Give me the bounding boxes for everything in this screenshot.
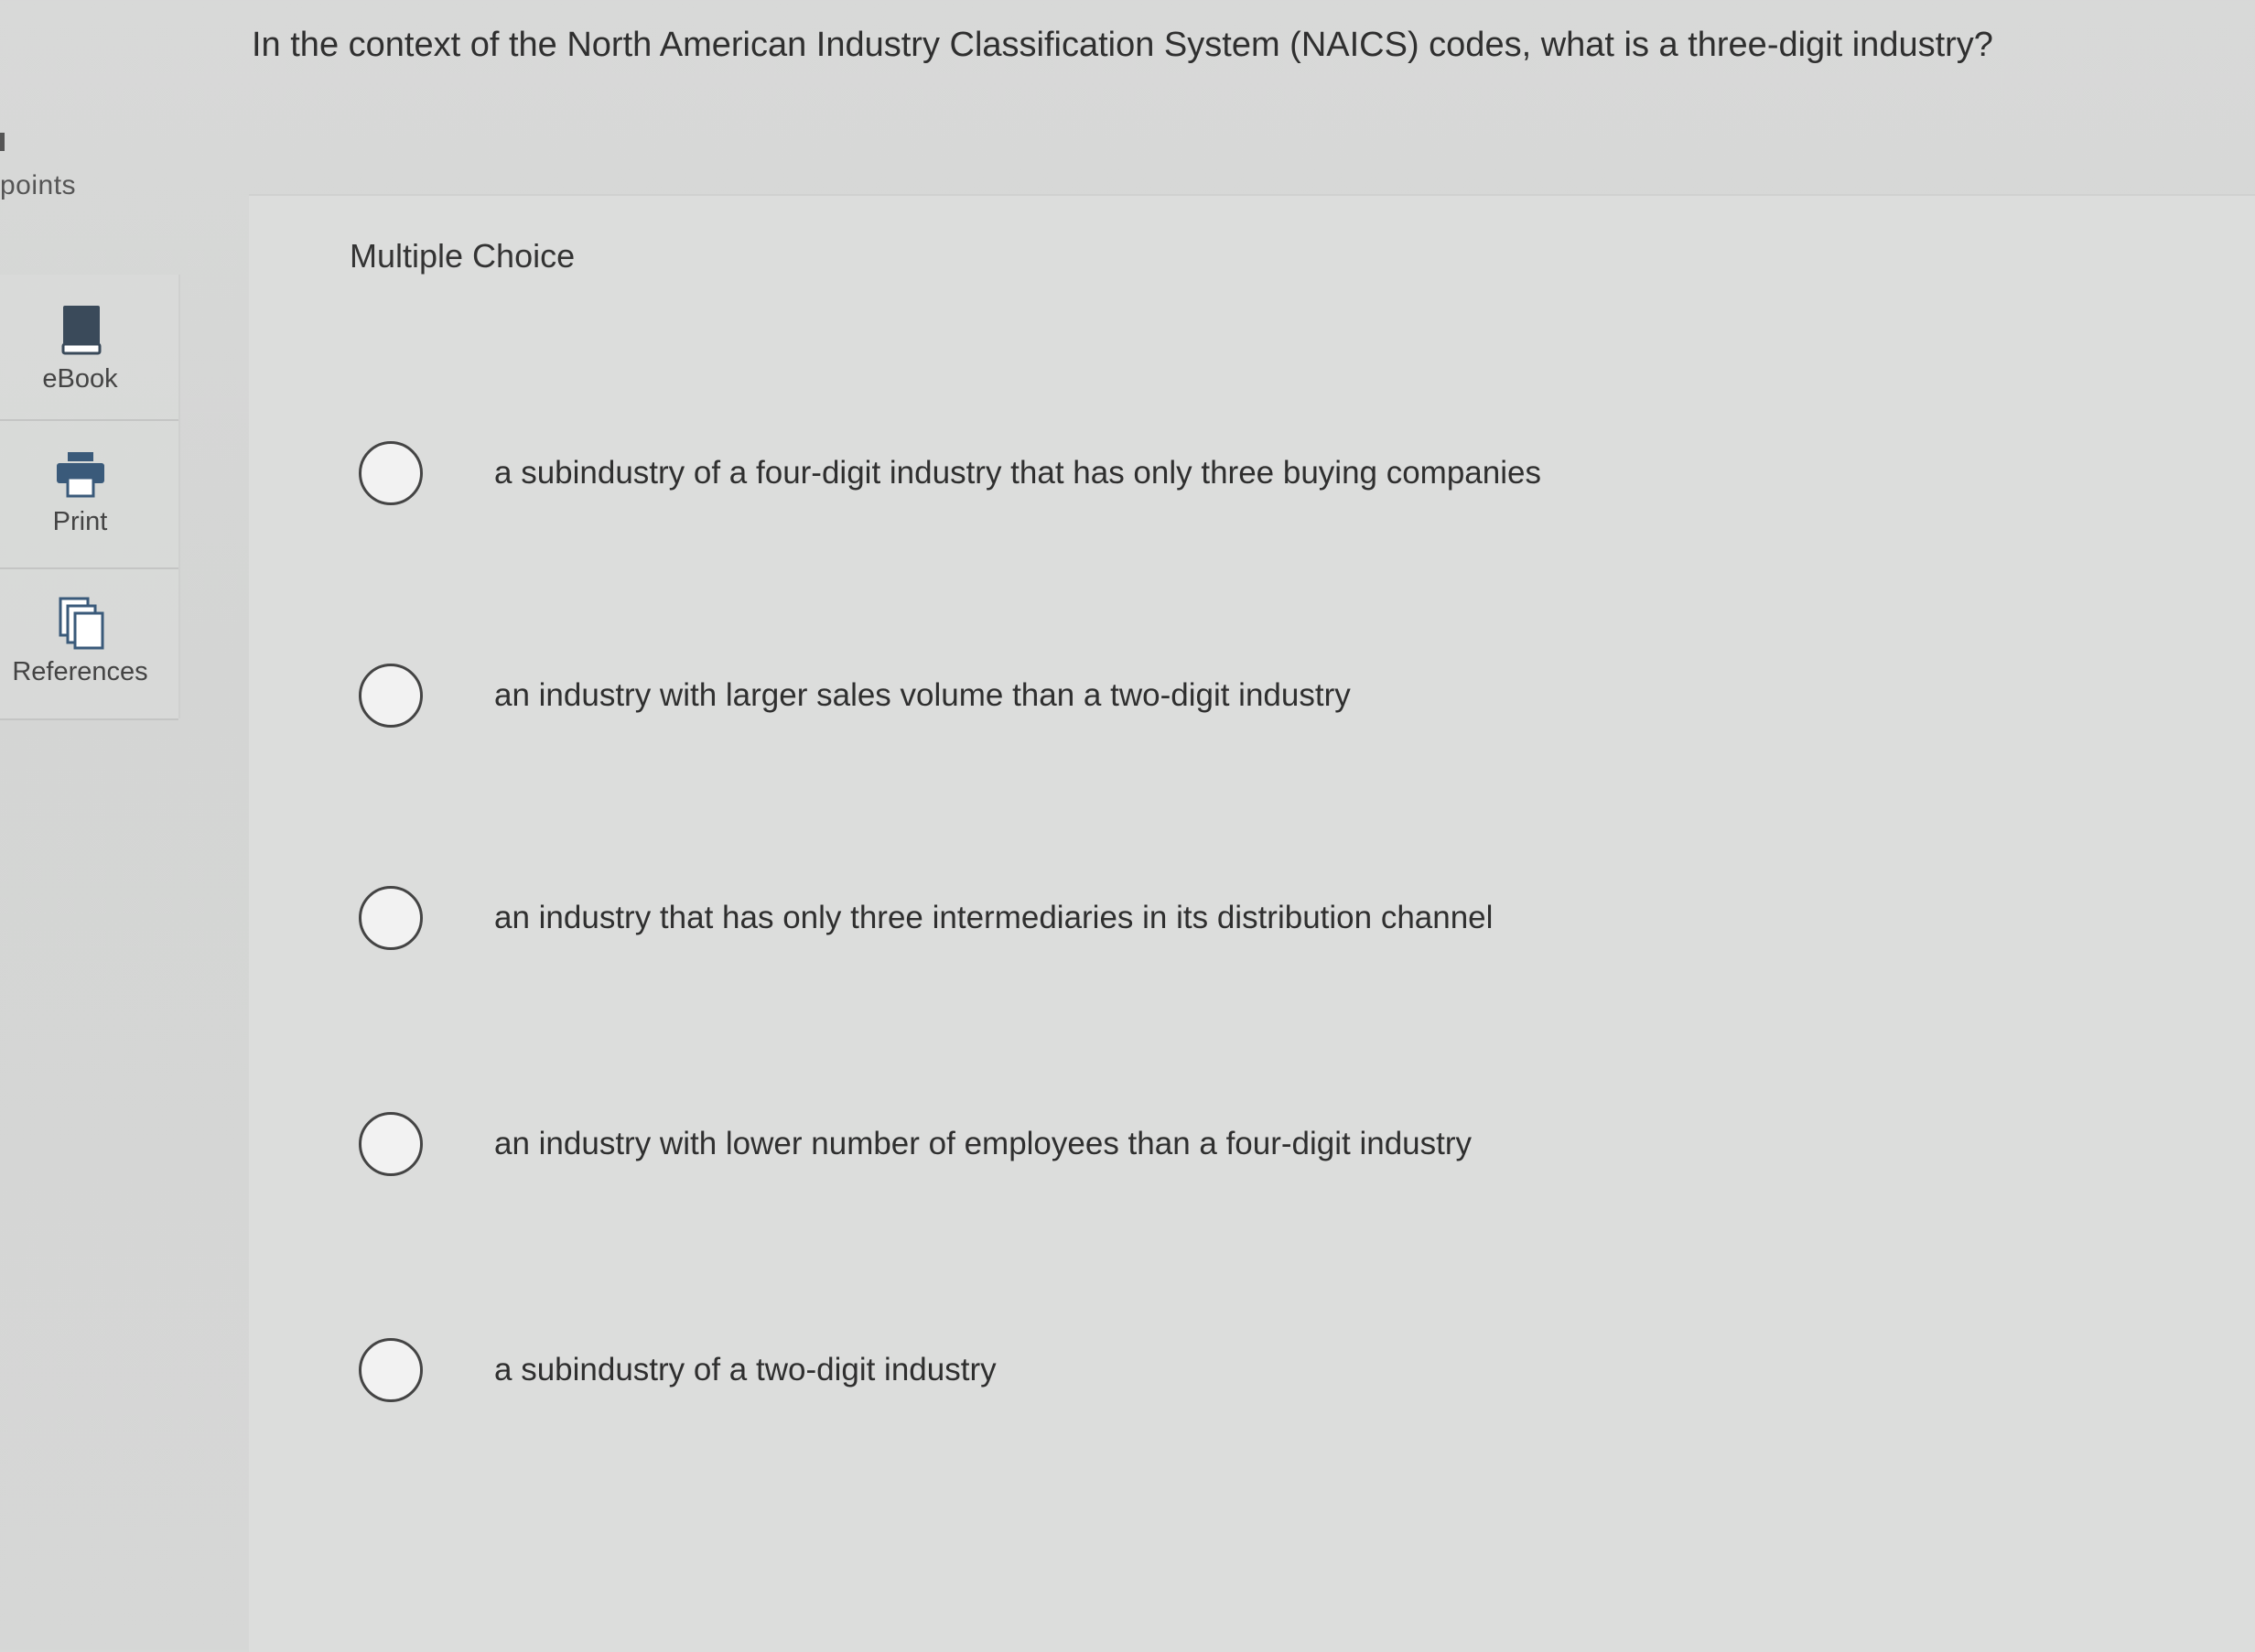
sidebar-divider (0, 718, 178, 720)
references-label: References (12, 657, 148, 686)
choice-option-1[interactable]: a subindustry of a four-digit industry t… (359, 437, 2098, 510)
print-button[interactable]: Print (0, 450, 160, 537)
choice-option-3[interactable]: an industry that has only three intermed… (359, 881, 2098, 955)
multiple-choice-card: Multiple Choice a subindustry of a four-… (249, 194, 2255, 1652)
points-value-mark (0, 133, 5, 151)
points-label: points (0, 170, 77, 200)
ebook-button[interactable]: eBook (0, 304, 160, 394)
question-text: In the context of the North American Ind… (252, 26, 1993, 64)
radio-button[interactable] (359, 886, 423, 950)
choice-label: a subindustry of a four-digit industry t… (494, 455, 1541, 491)
choice-label: an industry with lower number of employe… (494, 1126, 1473, 1161)
references-icon (59, 597, 103, 650)
choice-label: an industry that has only three intermed… (494, 900, 1494, 935)
sidebar: points eBook Print References (0, 0, 180, 1650)
sidebar-divider (0, 567, 178, 569)
references-button[interactable]: References (0, 597, 160, 687)
choice-option-5[interactable]: a subindustry of a two-digit industry (359, 1333, 2098, 1407)
radio-button[interactable] (359, 441, 423, 505)
choice-label: an industry with larger sales volume tha… (494, 677, 1351, 713)
radio-button[interactable] (359, 1112, 423, 1176)
sidebar-divider (0, 419, 178, 421)
print-label: Print (52, 507, 108, 536)
choice-label: a subindustry of a two-digit industry (494, 1352, 997, 1387)
choice-option-4[interactable]: an industry with lower number of employe… (359, 1107, 2098, 1181)
radio-button[interactable] (359, 1338, 423, 1402)
card-title: Multiple Choice (350, 237, 576, 275)
radio-button[interactable] (359, 664, 423, 728)
ebook-label: eBook (42, 364, 118, 394)
printer-icon (56, 452, 104, 498)
book-icon (61, 306, 101, 355)
choice-option-2[interactable]: an industry with larger sales volume tha… (359, 659, 2098, 732)
